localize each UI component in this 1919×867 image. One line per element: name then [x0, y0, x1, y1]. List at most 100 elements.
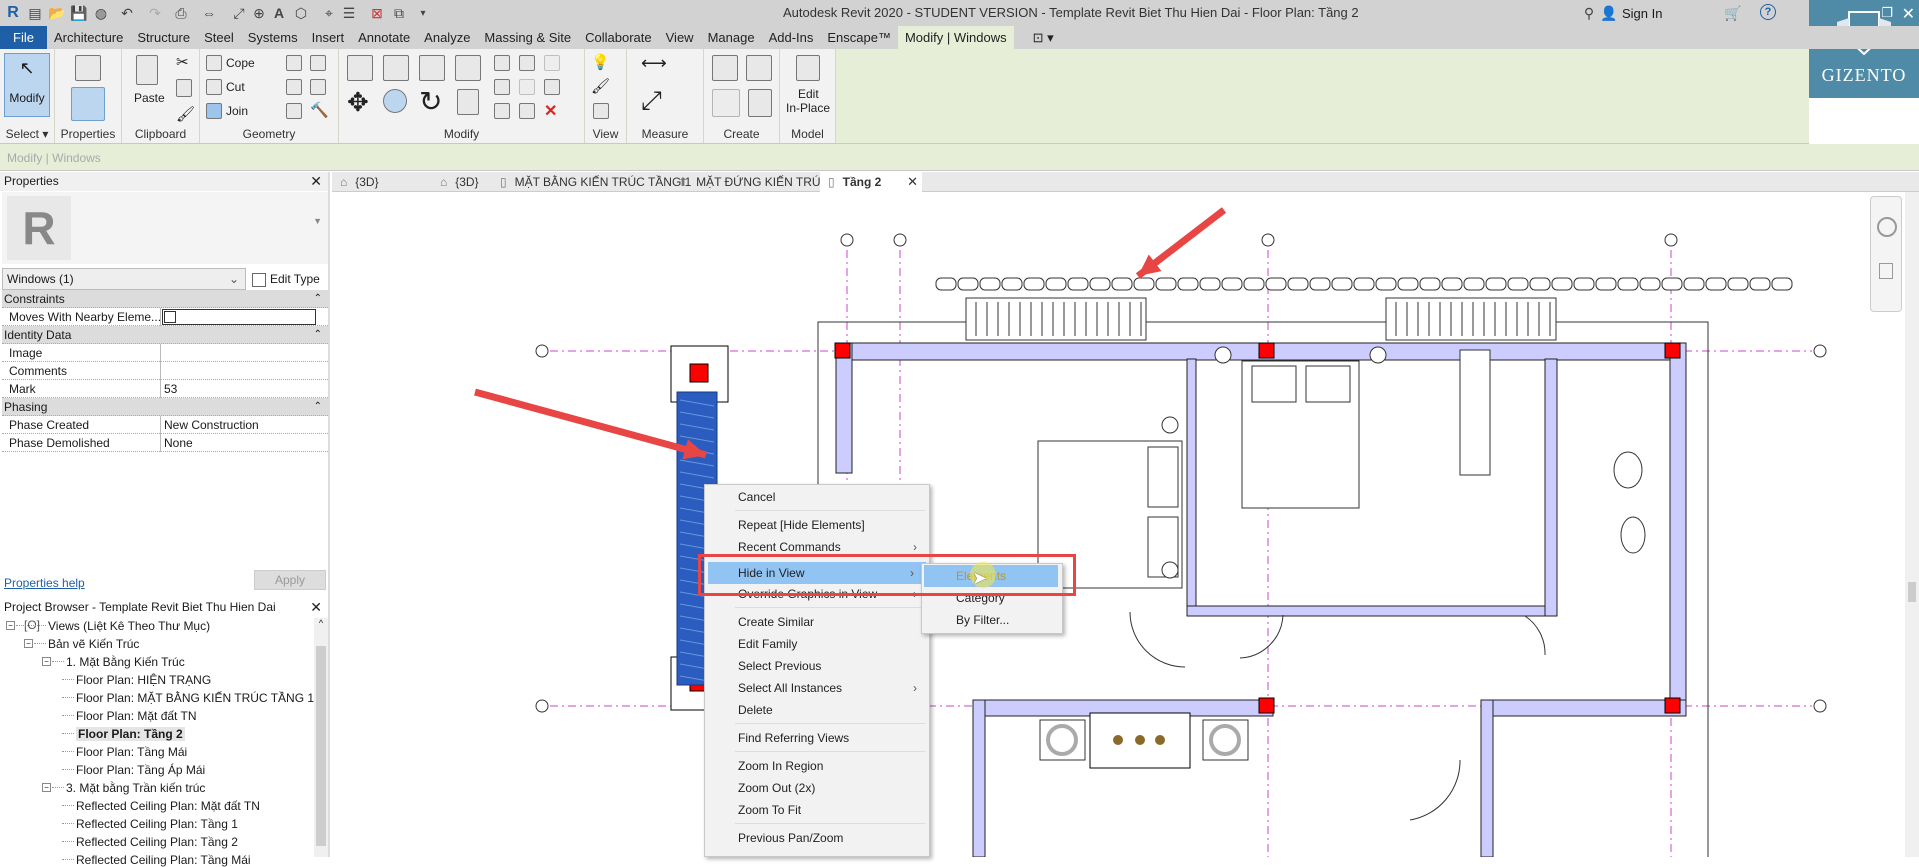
thin-lines-icon[interactable]: ☰: [340, 4, 358, 22]
view-tab[interactable]: ▯ MẶT BẰNG KIẾN TRÚC TẦNG 1: [492, 172, 691, 192]
chevron-down-icon[interactable]: ▼: [313, 216, 322, 226]
tab-structure[interactable]: Structure: [130, 26, 197, 49]
cut-geometry-icon[interactable]: [206, 79, 222, 95]
scrollbar-thumb[interactable]: [1908, 582, 1916, 602]
restore-window-icon[interactable]: ❐: [1881, 5, 1893, 21]
customize-icon[interactable]: ▾: [414, 4, 432, 22]
steering-wheel-icon[interactable]: [1877, 217, 1897, 237]
edit-type-button[interactable]: Edit Type: [252, 268, 328, 290]
moves-with-nearby-checkbox[interactable]: [164, 311, 176, 323]
move-icon[interactable]: ✥: [347, 87, 369, 118]
open-icon[interactable]: 📂: [48, 4, 66, 22]
property-value[interactable]: 53: [164, 380, 177, 398]
cope-icon[interactable]: [206, 55, 222, 71]
close-icon[interactable]: ✕: [310, 598, 322, 617]
tab-insert[interactable]: Insert: [305, 26, 352, 49]
paste-icon[interactable]: [136, 55, 158, 85]
browser-item[interactable]: Floor Plan: Tầng 2: [76, 727, 185, 741]
collapse-toggle-icon[interactable]: −: [6, 621, 15, 630]
tab-view[interactable]: View: [659, 26, 701, 49]
split-icon[interactable]: [286, 103, 302, 119]
section-icon[interactable]: ⌖: [320, 4, 338, 22]
switch-windows-icon[interactable]: ⧉: [390, 4, 408, 22]
tab-manage[interactable]: Manage: [701, 26, 762, 49]
properties-toggle-icon[interactable]: [71, 87, 105, 121]
type-properties-icon[interactable]: [75, 55, 101, 81]
linework-icon[interactable]: [593, 103, 609, 119]
menu-item-delete[interactable]: Delete: [705, 699, 929, 721]
menu-item-hide-in-view[interactable]: Hide in View ›: [708, 562, 926, 584]
cut-button[interactable]: Cut: [226, 80, 245, 94]
zoom-icon[interactable]: [1879, 263, 1893, 279]
tab-modify-windows[interactable]: Modify | Windows: [897, 26, 1014, 49]
hammer-icon[interactable]: 🔨: [310, 101, 329, 119]
collapse-icon[interactable]: ⌃: [314, 398, 322, 416]
submenu-item-category[interactable]: Category: [922, 587, 1062, 609]
copy-icon[interactable]: [176, 79, 192, 97]
delete-icon[interactable]: ✕: [544, 101, 557, 121]
undo-icon[interactable]: ↶: [118, 4, 136, 22]
apply-button[interactable]: Apply: [254, 570, 326, 590]
tab-massing-site[interactable]: Massing & Site: [477, 26, 578, 49]
menu-item-previous-pan-zoom[interactable]: Previous Pan/Zoom: [705, 827, 929, 849]
array-icon[interactable]: [494, 79, 510, 95]
menu-item-override-graphics-in-view[interactable]: Override Graphics in View ›: [705, 583, 929, 605]
menu-item-zoom-in-region[interactable]: Zoom In Region: [705, 755, 929, 777]
collapse-icon[interactable]: ⌃: [314, 290, 322, 308]
menu-item-recent-commands[interactable]: Recent Commands ›: [705, 536, 929, 558]
save-icon[interactable]: 💾: [70, 4, 88, 22]
type-selector-dropdown[interactable]: Windows (1) ⌄: [2, 268, 246, 290]
trim-multiple-icon[interactable]: [494, 103, 510, 119]
mirror-draw-axis-icon[interactable]: [455, 55, 481, 81]
menu-item-find-referring-views[interactable]: Find Referring Views: [705, 727, 929, 749]
section-identity-data[interactable]: Identity Data ⌃: [2, 326, 328, 344]
user-icon[interactable]: 👤: [1600, 4, 1618, 22]
rotate-icon[interactable]: ↻: [419, 85, 442, 118]
close-icon[interactable]: ✕: [310, 172, 322, 191]
section-phasing[interactable]: Phasing ⌃: [2, 398, 328, 416]
create-similar-icon[interactable]: [748, 89, 772, 117]
create-group-icon[interactable]: [712, 89, 740, 117]
menu-item-create-similar[interactable]: Create Similar: [705, 611, 929, 633]
join-button[interactable]: Join: [226, 104, 248, 118]
paint-icon[interactable]: [310, 55, 326, 71]
3d-view-icon[interactable]: ⬡: [292, 4, 310, 22]
recent-files-icon[interactable]: ▤: [26, 4, 44, 22]
menu-item-zoom-out-2x[interactable]: Zoom Out (2x): [705, 777, 929, 799]
section-constraints[interactable]: Constraints ⌃: [2, 290, 328, 308]
trim-extend-icon[interactable]: [457, 89, 479, 115]
browser-item[interactable]: Bản vẽ Kiến Trúc: [48, 637, 139, 651]
menu-item-zoom-to-fit[interactable]: Zoom To Fit: [705, 799, 929, 821]
browser-item[interactable]: Floor Plan: Tầng Mái: [76, 745, 187, 759]
tab-steel[interactable]: Steel: [197, 26, 241, 49]
menu-item-repeat-hide-elements[interactable]: Repeat [Hide Elements]: [705, 514, 929, 536]
browser-item[interactable]: Reflected Ceiling Plan: Tầng 1: [76, 817, 238, 831]
copy-element-icon[interactable]: [383, 89, 407, 113]
browser-item[interactable]: Views (Liệt Kê Theo Thư Mục): [48, 619, 210, 633]
tab-annotate[interactable]: Annotate: [351, 26, 417, 49]
tab-systems[interactable]: Systems: [241, 26, 305, 49]
cut-scissors-icon[interactable]: ✂: [176, 53, 189, 71]
tab-collaborate[interactable]: Collaborate: [578, 26, 659, 49]
dimension-icon[interactable]: ⤢: [230, 4, 248, 22]
drawing-canvas[interactable]: [332, 192, 1919, 857]
tab-add-ins[interactable]: Add-Ins: [762, 26, 821, 49]
create-parts-icon[interactable]: [746, 55, 772, 81]
close-window-icon[interactable]: ✕: [1902, 4, 1915, 24]
menu-item-select-all-instances[interactable]: Select All Instances ›: [705, 677, 929, 699]
minimize-ribbon-icon[interactable]: ⊡ ▾: [1026, 26, 1061, 49]
browser-item[interactable]: Floor Plan: Tầng Áp Mái: [76, 763, 205, 777]
property-value[interactable]: None: [164, 434, 193, 452]
browser-item[interactable]: 3. Mặt bằng Trần kiến trúc: [66, 781, 205, 795]
split-element-icon[interactable]: [494, 55, 510, 71]
split-face-icon[interactable]: [286, 55, 302, 71]
property-value-field[interactable]: [162, 309, 316, 325]
view-scrollbar[interactable]: [1905, 192, 1919, 857]
collapse-toggle-icon[interactable]: −: [42, 657, 51, 666]
aligned-dimension-icon[interactable]: ⤢: [641, 85, 662, 117]
browser-item[interactable]: Reflected Ceiling Plan: Tầng 2: [76, 835, 238, 849]
redo-icon[interactable]: ↷: [146, 4, 164, 22]
tab-enscape-[interactable]: Enscape™: [820, 26, 898, 49]
lightbulb-icon[interactable]: 💡: [591, 53, 610, 71]
browser-item[interactable]: Floor Plan: HIỆN TRẠNG: [76, 673, 211, 687]
